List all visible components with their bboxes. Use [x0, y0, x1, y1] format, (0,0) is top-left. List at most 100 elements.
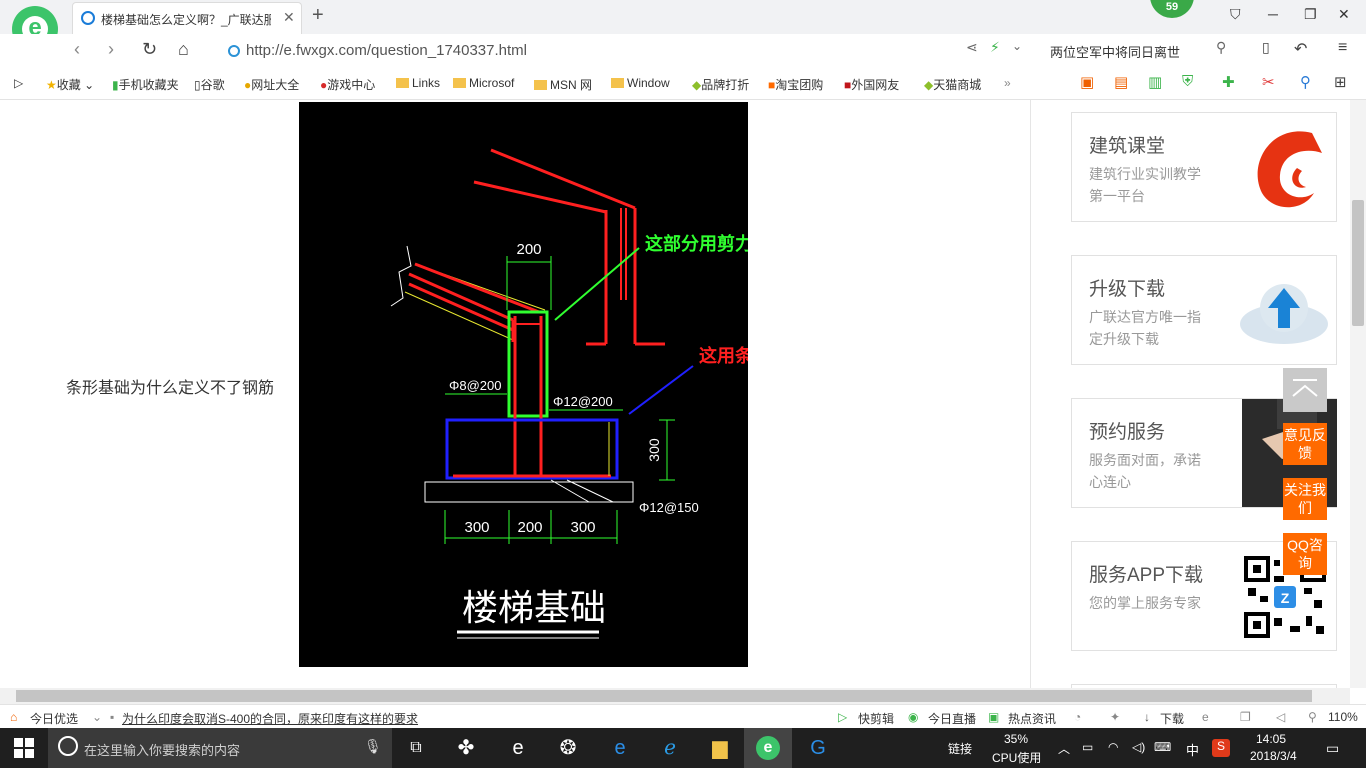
back-to-top-icon [1292, 379, 1318, 397]
page-icon: ▯ [194, 78, 201, 92]
search-icon[interactable]: ⚲ [1216, 39, 1226, 56]
undo-icon[interactable]: ↶ [1294, 39, 1307, 59]
today-picks[interactable]: 今日优选 [30, 710, 78, 727]
news-ticker[interactable]: 两位空军中将同日离世 [1050, 42, 1180, 61]
discount-icon[interactable]: ▤ [1114, 73, 1128, 91]
close-window-button[interactable]: ✕ [1338, 6, 1350, 23]
horizontal-scroll-thumb[interactable] [16, 690, 1312, 702]
share-icon[interactable]: ⋖ [966, 39, 978, 56]
maximize-button[interactable]: ❐ [1304, 6, 1317, 23]
bookmark-games[interactable]: ●游戏中心 [320, 76, 375, 93]
pin-icon[interactable]: ✦ [1110, 710, 1120, 724]
folder-icon [611, 78, 624, 88]
clock-time[interactable]: 14:05 [1256, 732, 1286, 746]
edge-icon[interactable]: e [608, 736, 632, 760]
phone-icon[interactable]: ▯ [1262, 39, 1270, 56]
dim-bottom-2: 200 [517, 519, 542, 536]
bookmark-favorites[interactable]: ★收藏 ⌄ [46, 76, 94, 93]
status-live[interactable]: 今日直播 [928, 710, 976, 727]
new-tab-button[interactable]: + [312, 4, 324, 27]
bookmark-directory[interactable]: ●网址大全 [244, 76, 299, 93]
card-building-class[interactable]: 建筑课堂 建筑行业实训教学第一平台 [1071, 112, 1337, 222]
glodon-app-icon[interactable]: G [806, 736, 830, 760]
internet-explorer-icon[interactable]: ℯ [658, 736, 682, 760]
sidebar-toggle-icon[interactable]: ▷ [14, 76, 23, 90]
status-quick-edit[interactable]: 快剪辑 [858, 710, 894, 727]
address-bar[interactable]: http://e.fwxgx.com/question_1740337.html [228, 40, 978, 62]
sogou-ime-icon[interactable]: S [1212, 739, 1230, 757]
bookmark-msn[interactable]: MSN 网 [534, 76, 592, 93]
cad-drawing-image: 200 这部分用剪力墙定义 这用条形基础定义 Φ8@200 Φ12@200 30… [299, 102, 843, 667]
active-app-highlight[interactable]: e [744, 728, 792, 768]
vertical-scrollbar[interactable] [1350, 100, 1366, 688]
qq-consult-button[interactable]: QQ咨询 [1283, 533, 1327, 575]
zoom-level[interactable]: 110% [1328, 710, 1358, 724]
wifi-icon[interactable]: ◠ [1108, 740, 1118, 754]
book-icon[interactable]: ▥ [1148, 73, 1162, 91]
bookmark-foreign[interactable]: ■外国网友 [844, 76, 899, 93]
tv-icon[interactable]: ▣ [1080, 73, 1094, 91]
horizontal-scrollbar[interactable] [0, 688, 1350, 704]
svg-text:Z: Z [1281, 590, 1290, 606]
shield-icon[interactable]: ⛨ [1182, 73, 1193, 90]
shirt-icon[interactable]: ⛉ [1230, 6, 1241, 23]
windows-start-icon[interactable] [14, 738, 34, 758]
bookmark-tmall[interactable]: ◆天猫商城 [924, 76, 981, 93]
headline-link[interactable]: 为什么印度会取消S-400的合同，原来印度有这样的要求 [122, 710, 418, 727]
360-browser-icon: e [756, 736, 780, 760]
bookmark-brand-sale[interactable]: ◆品牌打折 [692, 76, 749, 93]
more-bookmarks-icon[interactable]: » [1004, 76, 1011, 90]
translate-icon[interactable]: ✚ [1222, 73, 1235, 91]
tray-chevron-up-icon[interactable]: ︿ [1058, 740, 1070, 757]
bookmark-microsoft[interactable]: Microsof [453, 76, 514, 90]
home-icon[interactable]: ⌂ [178, 39, 189, 60]
forward-icon[interactable]: › [108, 39, 114, 60]
feedback-button[interactable]: 意见反馈 [1283, 423, 1327, 465]
chevron-down-icon[interactable]: ⌄ [1012, 39, 1022, 53]
notifications-icon[interactable]: ▭ [1326, 740, 1339, 757]
refresh-icon[interactable]: ↻ [142, 39, 157, 60]
chevron-down-icon[interactable]: ⌄ [92, 710, 102, 724]
volume-icon[interactable]: ◁ [1276, 710, 1285, 724]
bookmark-mobile[interactable]: ▮手机收藏夹 [112, 76, 179, 93]
bookmark-google[interactable]: ▯谷歌 [194, 76, 225, 93]
back-to-top-button[interactable] [1283, 368, 1327, 412]
ime-indicator[interactable]: 中 [1186, 740, 1199, 759]
battery-icon[interactable]: ▭ [1082, 740, 1093, 754]
star-icon: ★ [46, 78, 57, 92]
close-tab-icon[interactable]: ✕ [283, 9, 295, 26]
microphone-icon[interactable]: 🎙 [364, 738, 382, 755]
scissors-icon[interactable]: ✂ [1262, 73, 1275, 91]
menu-icon[interactable]: ≡ [1338, 39, 1347, 57]
window-icon[interactable]: ❐ [1240, 710, 1251, 724]
task-view-icon[interactable]: ⧉ [404, 736, 428, 760]
vertical-scroll-thumb[interactable] [1352, 200, 1364, 326]
minimize-button[interactable]: ─ [1268, 6, 1278, 22]
page-content: 条形基础为什么定义不了钢筋 200 这部分用剪力 这用条 Φ8@200 Φ12@… [0, 100, 1350, 688]
file-explorer-icon[interactable]: ▆ [708, 736, 732, 760]
card-upgrade-download[interactable]: 升级下载 广联达官方唯一指定升级下载 [1071, 255, 1337, 365]
back-icon[interactable]: ‹ [74, 39, 80, 60]
volume-icon[interactable]: ◁) [1132, 740, 1145, 754]
bookmark-windows[interactable]: Window [611, 76, 670, 90]
lightning-icon[interactable]: ⚡ [990, 39, 1000, 56]
apps-icon[interactable]: ⊞ [1334, 73, 1347, 91]
status-hot-news[interactable]: 热点资讯 [1008, 710, 1056, 727]
tray-link[interactable]: 链接 [948, 740, 972, 757]
notification-badge[interactable]: 59 [1150, 0, 1194, 18]
speed-icon[interactable]: ◔ [1074, 710, 1081, 724]
status-download[interactable]: 下载 [1160, 710, 1184, 727]
search-icon[interactable]: ⚲ [1300, 73, 1311, 91]
ie-mode-icon[interactable]: e [1202, 710, 1209, 724]
follow-us-button[interactable]: 关注我们 [1283, 478, 1327, 520]
taskbar-search[interactable]: 在这里输入你要搜索的内容 🎙 [48, 728, 392, 768]
bookmark-taobao[interactable]: ■淘宝团购 [768, 76, 823, 93]
clock-date[interactable]: 2018/3/4 [1250, 749, 1297, 763]
browser-tab[interactable]: 楼梯基础怎么定义啊？_广联达服 ✕ [72, 2, 302, 34]
spiral-icon[interactable]: ❂ [556, 736, 580, 760]
browser-e-icon[interactable]: e [506, 736, 530, 760]
bookmark-links[interactable]: Links [396, 76, 440, 90]
pinwheel-icon[interactable]: ✤ [454, 736, 478, 760]
keyboard-icon[interactable]: ⌨ [1154, 740, 1171, 754]
card-subtitle: 您的掌上服务专家 [1089, 595, 1201, 611]
